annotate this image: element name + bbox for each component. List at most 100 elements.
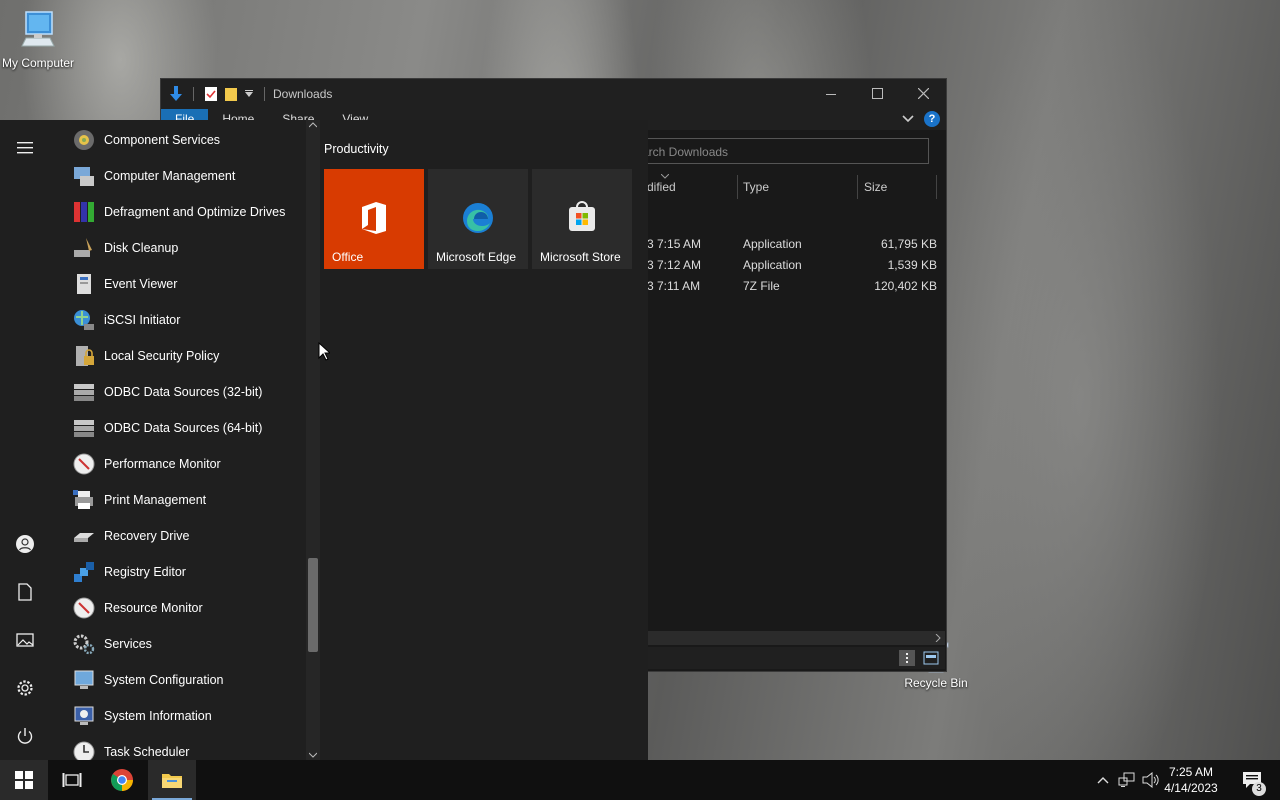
cell-type: Application: [743, 237, 802, 251]
hamburger-icon: [17, 142, 33, 154]
app-label: Event Viewer: [104, 277, 178, 291]
app-list-item[interactable]: Recovery Drive: [54, 518, 306, 554]
column-header-type[interactable]: Type: [743, 175, 853, 199]
task-view-icon: [62, 773, 82, 787]
chevron-up-icon[interactable]: [309, 122, 317, 128]
app-list-item[interactable]: Services: [54, 626, 306, 662]
column-label: Size: [864, 180, 888, 194]
app-label: Local Security Policy: [104, 349, 220, 363]
taskbar-chrome[interactable]: [98, 760, 146, 800]
cell-type: Application: [743, 258, 802, 272]
app-list-item[interactable]: Resource Monitor: [54, 590, 306, 626]
pictures-button[interactable]: [0, 618, 50, 662]
cell-size: 61,795 KB: [880, 237, 937, 251]
properties-icon[interactable]: [204, 86, 218, 102]
performance-monitor-icon: [73, 453, 95, 475]
table-row[interactable]: 3 7:11 AM 7Z File 120,402 KB: [647, 276, 937, 297]
app-list-item[interactable]: ODBC Data Sources (32-bit): [54, 374, 306, 410]
tile-group-header[interactable]: Productivity: [324, 142, 389, 156]
user-account-button[interactable]: [0, 522, 50, 566]
desktop-icon-label: Recycle Bin: [904, 676, 968, 690]
column-header-size[interactable]: Size: [864, 175, 934, 199]
recovery-drive-icon: [74, 533, 94, 542]
app-list-item[interactable]: Print Management: [54, 482, 306, 518]
gear-icon: [17, 680, 33, 696]
services-icon: [73, 634, 95, 655]
odbc-icon: [74, 420, 94, 437]
computer-icon: [21, 11, 55, 47]
details-view-icon[interactable]: [899, 650, 915, 666]
column-divider[interactable]: [936, 175, 937, 199]
print-management-icon: [73, 490, 93, 509]
show-hidden-icons-button[interactable]: [1094, 760, 1112, 800]
close-button[interactable]: [900, 79, 946, 108]
table-row[interactable]: 3 7:15 AM Application 61,795 KB: [647, 234, 937, 255]
settings-button[interactable]: [0, 666, 50, 710]
column-divider[interactable]: [857, 175, 858, 199]
search-input[interactable]: arch Downloads: [633, 138, 929, 164]
app-list-item[interactable]: Performance Monitor: [54, 446, 306, 482]
chevron-up-icon: [1097, 777, 1109, 784]
app-list-item[interactable]: Defragment and Optimize Drives: [54, 194, 306, 230]
network-button[interactable]: [1116, 760, 1138, 800]
notification-count-badge: 3: [1252, 782, 1266, 796]
app-list-item[interactable]: Task Scheduler: [54, 734, 306, 760]
app-list-item[interactable]: iSCSI Initiator: [54, 302, 306, 338]
maximize-button[interactable]: [854, 79, 900, 108]
expand-menu-button[interactable]: [0, 126, 50, 170]
cell-modified: 3 7:12 AM: [647, 258, 702, 272]
chevron-right-icon[interactable]: [935, 634, 941, 642]
app-list-item[interactable]: System Information: [54, 698, 306, 734]
app-list-item[interactable]: ODBC Data Sources (64-bit): [54, 410, 306, 446]
download-arrow-icon: [170, 85, 182, 101]
system-information-icon: [74, 706, 94, 725]
chevron-down-icon[interactable]: [244, 89, 254, 99]
tile-office[interactable]: Office: [324, 169, 424, 269]
power-icon: [17, 728, 33, 744]
app-list-scrollbar[interactable]: [306, 120, 320, 760]
app-label: Defragment and Optimize Drives: [104, 205, 286, 219]
clock[interactable]: 7:25 AM 4/14/2023: [1158, 764, 1224, 796]
pictures-icon: [16, 633, 34, 647]
large-icons-view-icon[interactable]: [923, 650, 939, 666]
title-bar[interactable]: Downloads: [161, 79, 946, 108]
edge-logo-icon: [463, 203, 493, 233]
scrollbar-thumb[interactable]: [308, 558, 318, 652]
cell-size: 120,402 KB: [874, 279, 937, 293]
cell-modified: 3 7:15 AM: [647, 237, 702, 251]
app-list-item[interactable]: Registry Editor: [54, 554, 306, 590]
computer-management-icon: [74, 167, 94, 186]
document-icon: [18, 583, 32, 601]
app-label: ODBC Data Sources (32-bit): [104, 385, 263, 399]
desktop-icon-my-computer[interactable]: My Computer: [0, 10, 76, 70]
tile-label: Microsoft Store: [540, 250, 621, 264]
task-scheduler-icon: [73, 741, 95, 760]
horizontal-scrollbar[interactable]: [647, 631, 945, 645]
new-folder-icon[interactable]: [224, 86, 238, 102]
task-view-button[interactable]: [48, 760, 96, 800]
app-list-item[interactable]: System Configuration: [54, 662, 306, 698]
app-list-item[interactable]: Computer Management: [54, 158, 306, 194]
help-button[interactable]: ?: [924, 111, 940, 127]
tile-microsoft-edge[interactable]: Microsoft Edge: [428, 169, 528, 269]
chevron-down-icon[interactable]: [309, 752, 317, 758]
minimize-button[interactable]: [808, 79, 854, 108]
tile-microsoft-store[interactable]: Microsoft Store: [532, 169, 632, 269]
app-list-item[interactable]: Disk Cleanup: [54, 230, 306, 266]
tile-label: Office: [332, 250, 364, 264]
app-list-item[interactable]: Event Viewer: [54, 266, 306, 302]
expand-ribbon-icon[interactable]: [902, 113, 914, 125]
column-divider[interactable]: [737, 175, 738, 199]
disk-cleanup-icon: [74, 238, 92, 257]
user-icon: [16, 535, 34, 553]
taskbar-file-explorer[interactable]: [148, 760, 196, 800]
documents-button[interactable]: [0, 570, 50, 614]
app-list-item[interactable]: Component Services: [54, 122, 306, 158]
clock-time: 7:25 AM: [1168, 765, 1214, 779]
app-list-item[interactable]: Local Security Policy: [54, 338, 306, 374]
sort-chevron-icon: [661, 174, 669, 179]
action-center-button[interactable]: 3: [1232, 760, 1272, 800]
table-row[interactable]: 3 7:12 AM Application 1,539 KB: [647, 255, 937, 276]
power-button[interactable]: [0, 714, 50, 758]
start-button[interactable]: [0, 760, 48, 800]
